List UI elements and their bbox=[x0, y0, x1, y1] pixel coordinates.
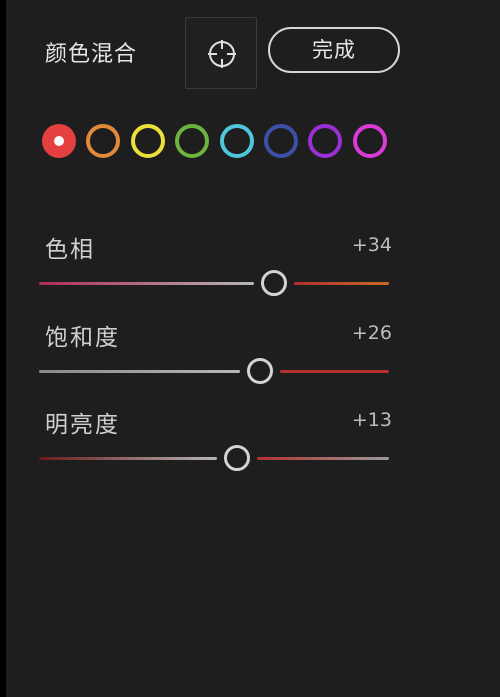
crosshair-icon bbox=[208, 40, 236, 68]
swatch-yellow[interactable] bbox=[130, 124, 165, 158]
slider-label: 饱和度 bbox=[45, 325, 120, 351]
slider-track-left[interactable] bbox=[39, 370, 240, 373]
selected-dot bbox=[54, 136, 64, 146]
slider-thumb[interactable] bbox=[246, 358, 273, 384]
swatch-aqua[interactable] bbox=[219, 124, 254, 158]
panel-title: 颜色混合 bbox=[45, 42, 138, 67]
color-mix-panel: 颜色混合 完成 色相 +34 饱和度 +26 明亮度 +13 bbox=[6, 0, 500, 697]
swatch-blue[interactable] bbox=[264, 124, 298, 158]
swatch-purple[interactable] bbox=[308, 124, 343, 158]
slider-label: 色相 bbox=[45, 237, 95, 263]
slider-track-left[interactable] bbox=[39, 457, 217, 460]
slider-track-left[interactable] bbox=[39, 282, 254, 285]
slider-thumb[interactable] bbox=[223, 445, 250, 471]
slider-track-right[interactable] bbox=[279, 370, 389, 373]
swatch-green[interactable] bbox=[175, 124, 210, 158]
slider-track-right[interactable] bbox=[293, 282, 389, 285]
slider-thumb[interactable] bbox=[260, 270, 287, 296]
slider-value: +13 bbox=[351, 409, 392, 431]
swatch-orange[interactable] bbox=[86, 124, 121, 158]
slider-track-right[interactable] bbox=[256, 457, 389, 460]
slider-value: +26 bbox=[351, 322, 392, 344]
target-adjust-button[interactable] bbox=[185, 17, 257, 89]
slider-label: 明亮度 bbox=[45, 412, 120, 438]
swatch-magenta[interactable] bbox=[352, 124, 387, 158]
slider-value: +34 bbox=[351, 234, 392, 256]
swatch-red[interactable] bbox=[42, 124, 76, 158]
done-button[interactable]: 完成 bbox=[268, 27, 400, 73]
